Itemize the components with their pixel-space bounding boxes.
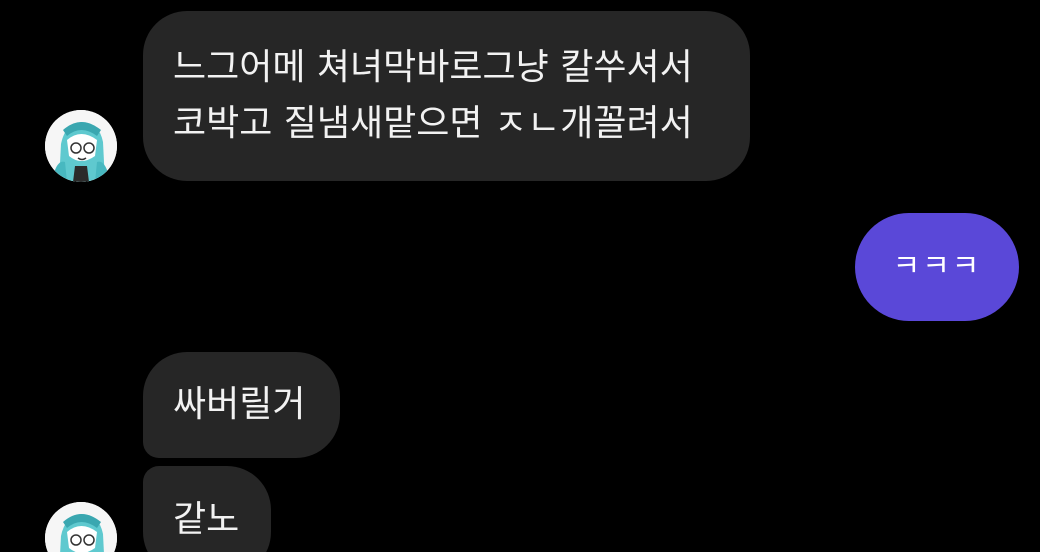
- anime-character-avatar-icon: [45, 110, 117, 182]
- message-text-line: 느그어메 쳐녀막바로그냥 칼쑤셔서: [173, 47, 693, 88]
- contact-avatar[interactable]: [45, 502, 117, 552]
- chat-thread: 느그어메 쳐녀막바로그냥 칼쑤셔서 코박고 질냄새맡으면 ㅈㄴ개꼴려서 ㅋㅋㅋ …: [0, 0, 1040, 552]
- message-text-line: 코박고 질냄새맡으면 ㅈㄴ개꼴려서: [173, 103, 693, 144]
- anime-character-avatar-icon: [45, 502, 117, 552]
- received-message-bubble[interactable]: 싸버릴거: [143, 352, 340, 458]
- message-text: 같노: [173, 499, 240, 540]
- sent-message-bubble[interactable]: ㅋㅋㅋ: [855, 213, 1019, 321]
- contact-avatar[interactable]: [45, 110, 117, 182]
- message-text: 싸버릴거: [173, 384, 306, 425]
- received-message-bubble[interactable]: 느그어메 쳐녀막바로그냥 칼쑤셔서 코박고 질냄새맡으면 ㅈㄴ개꼴려서: [143, 11, 750, 181]
- received-message-bubble[interactable]: 같노: [143, 466, 271, 552]
